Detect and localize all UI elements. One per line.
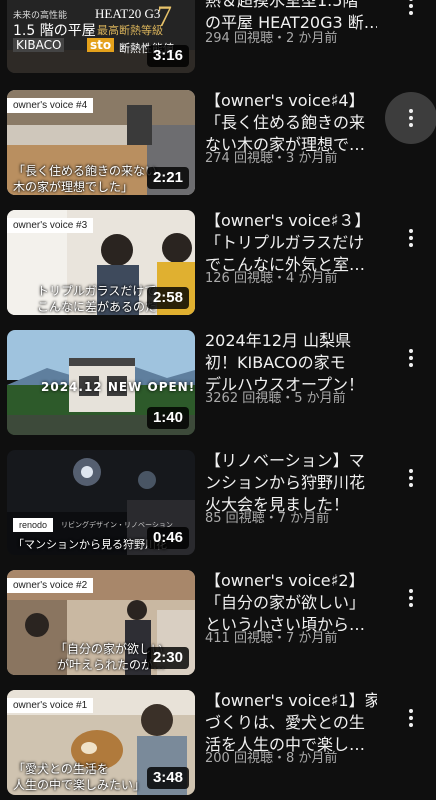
video-item[interactable]: renodo リビングデザイン・リノベーション 「マンションから見る狩野川花 0… bbox=[0, 450, 436, 555]
view-count: 200 回視聴 bbox=[205, 751, 273, 766]
video-title[interactable]: 【owner's voice♯３】 「トリプルガラスだけ でこんなに外気と室… bbox=[205, 210, 377, 276]
more-vert-icon bbox=[409, 589, 413, 607]
owner-voice-tag: owner's voice #2 bbox=[7, 578, 94, 593]
view-count: 3262 回視聴 bbox=[205, 391, 282, 406]
video-thumbnail[interactable]: owner's voice #3 トリプルガラスだけで こんなに差があるのだ 2… bbox=[7, 210, 195, 315]
more-vert-icon bbox=[409, 349, 413, 367]
thumb-caption-1: 「愛犬との生活を bbox=[13, 762, 109, 776]
more-options-button[interactable] bbox=[391, 218, 431, 258]
video-title[interactable]: 【owner's voice♯1】家 づくりは、愛犬との生 活を人生の中で楽し… bbox=[205, 690, 377, 756]
video-thumbnail[interactable]: owner's voice #4 「長く住める飽きの来ない 木の家が理想でした」… bbox=[7, 90, 195, 195]
more-vert-icon bbox=[409, 709, 413, 727]
duration-badge: 3:48 bbox=[146, 767, 189, 789]
view-count: 411 回視聴 bbox=[205, 631, 273, 646]
video-title[interactable]: 熱＆超摸水室型1.5階 の平屋 HEAT20G3 断… bbox=[205, 0, 377, 34]
thumb-sto: sto bbox=[87, 38, 115, 52]
video-meta: 85 回視聴・7 か月前 bbox=[205, 510, 329, 528]
video-thumbnail[interactable]: 2024.12 NEW OPEN! 1:40 bbox=[7, 330, 195, 435]
more-options-button[interactable] bbox=[385, 92, 436, 144]
view-count: 294 回視聴 bbox=[205, 31, 273, 46]
thumb-caption-1: 「マンションから見る狩野川花 bbox=[13, 538, 167, 551]
thumb-caption-2: 人生の中で楽しみたい」 bbox=[13, 778, 146, 792]
video-item[interactable]: 2024.12 NEW OPEN! 1:40 2024年12月 山梨県 初！KI… bbox=[0, 330, 436, 435]
separator: ・ bbox=[272, 631, 286, 646]
video-thumbnail[interactable]: 未来の高性能 1.5 階の平屋 HEAT20 G3 最高断熱等級 7 KIBAC… bbox=[7, 0, 195, 73]
thumb-caption-2: 木の家が理想でした」 bbox=[13, 180, 134, 194]
video-item[interactable]: owner's voice #2 「自分の家が欲しい が叶えられたのが… 2:3… bbox=[0, 570, 436, 675]
video-meta: 274 回視聴・3 か月前 bbox=[205, 150, 337, 168]
more-options-button[interactable] bbox=[391, 698, 431, 738]
separator: ・ bbox=[264, 511, 278, 526]
thumb-brand: KIBACO bbox=[13, 38, 65, 52]
duration-badge: 2:21 bbox=[146, 167, 189, 189]
thumb-num: 7 bbox=[157, 0, 172, 33]
duration-badge: 1:40 bbox=[146, 407, 189, 429]
thumb-heat: HEAT20 G3 bbox=[95, 6, 161, 21]
more-options-button[interactable] bbox=[391, 578, 431, 618]
thumb-text-2: 1.5 階の平屋 bbox=[13, 23, 96, 39]
view-count: 274 回視聴 bbox=[205, 151, 273, 166]
upload-age: 8 か月前 bbox=[285, 751, 338, 766]
video-item[interactable]: 未来の高性能 1.5 階の平屋 HEAT20 G3 最高断熱等級 7 KIBAC… bbox=[0, 0, 436, 80]
separator: ・ bbox=[272, 751, 286, 766]
more-options-button[interactable] bbox=[391, 0, 431, 26]
separator: ・ bbox=[281, 391, 295, 406]
thumb-caption-1: 「長く住める飽きの来ない bbox=[13, 164, 158, 178]
owner-voice-tag: owner's voice #4 bbox=[7, 98, 94, 113]
upload-age: 3 か月前 bbox=[285, 151, 338, 166]
video-title[interactable]: 【owner's voice♯4】 「長く住める飽きの来 ない木の家が理想で… bbox=[205, 90, 377, 156]
duration-badge: 2:58 bbox=[146, 287, 189, 309]
thumb-caption-1: トリプルガラスだけで bbox=[37, 284, 157, 298]
more-options-button[interactable] bbox=[391, 338, 431, 378]
video-meta: 411 回視聴・7 か月前 bbox=[205, 630, 337, 648]
more-vert-icon bbox=[409, 109, 413, 127]
more-vert-icon bbox=[409, 469, 413, 487]
duration-badge: 3:16 bbox=[146, 45, 189, 67]
video-meta: 200 回視聴・8 か月前 bbox=[205, 750, 337, 768]
upload-age: 7 か月前 bbox=[277, 511, 330, 526]
separator: ・ bbox=[272, 31, 286, 46]
duration-badge: 0:46 bbox=[146, 527, 189, 549]
upload-age: 2 か月前 bbox=[285, 31, 338, 46]
thumb-grade: 最高断熱等級 bbox=[97, 24, 163, 37]
more-vert-icon bbox=[409, 229, 413, 247]
more-options-button[interactable] bbox=[391, 458, 431, 498]
separator: ・ bbox=[272, 151, 286, 166]
video-thumbnail[interactable]: owner's voice #1 「愛犬との生活を 人生の中で楽しみたい」 3:… bbox=[7, 690, 195, 795]
video-item[interactable]: owner's voice #3 トリプルガラスだけで こんなに差があるのだ 2… bbox=[0, 210, 436, 315]
owner-voice-tag: owner's voice #1 bbox=[7, 698, 94, 713]
view-count: 85 回視聴 bbox=[205, 511, 265, 526]
more-vert-icon bbox=[409, 0, 413, 15]
video-meta: 294 回視聴・2 か月前 bbox=[205, 30, 337, 48]
video-meta: 3262 回視聴・5 か月前 bbox=[205, 390, 346, 408]
upload-age: 7 か月前 bbox=[285, 631, 338, 646]
view-count: 126 回視聴 bbox=[205, 271, 273, 286]
video-title[interactable]: 【リノベーション】マ ンションから狩野川花 火大会を見ました！ bbox=[205, 450, 377, 516]
duration-badge: 2:30 bbox=[146, 647, 189, 669]
thumb-caption-2: こんなに差があるのだ bbox=[37, 300, 158, 314]
upload-age: 5 か月前 bbox=[294, 391, 346, 406]
video-item[interactable]: owner's voice #1 「愛犬との生活を 人生の中で楽しみたい」 3:… bbox=[0, 690, 436, 795]
thumb-banner: 2024.12 NEW OPEN! bbox=[41, 380, 195, 394]
owner-voice-tag: owner's voice #3 bbox=[7, 218, 94, 233]
video-title[interactable]: 【owner's voice♯2】 「自分の家が欲しい」 という小さい頃から… bbox=[205, 570, 377, 636]
separator: ・ bbox=[272, 271, 286, 286]
renodo-logo: renodo bbox=[13, 518, 54, 532]
upload-age: 4 か月前 bbox=[285, 271, 338, 286]
video-item[interactable]: owner's voice #4 「長く住める飽きの来ない 木の家が理想でした」… bbox=[0, 90, 436, 195]
video-thumbnail[interactable]: owner's voice #2 「自分の家が欲しい が叶えられたのが… 2:3… bbox=[7, 570, 195, 675]
video-thumbnail[interactable]: renodo リビングデザイン・リノベーション 「マンションから見る狩野川花 0… bbox=[7, 450, 195, 555]
video-title[interactable]: 2024年12月 山梨県 初！KIBACOの家モ デルハウスオープン！ bbox=[205, 330, 377, 396]
video-meta: 126 回視聴・4 か月前 bbox=[205, 270, 337, 288]
